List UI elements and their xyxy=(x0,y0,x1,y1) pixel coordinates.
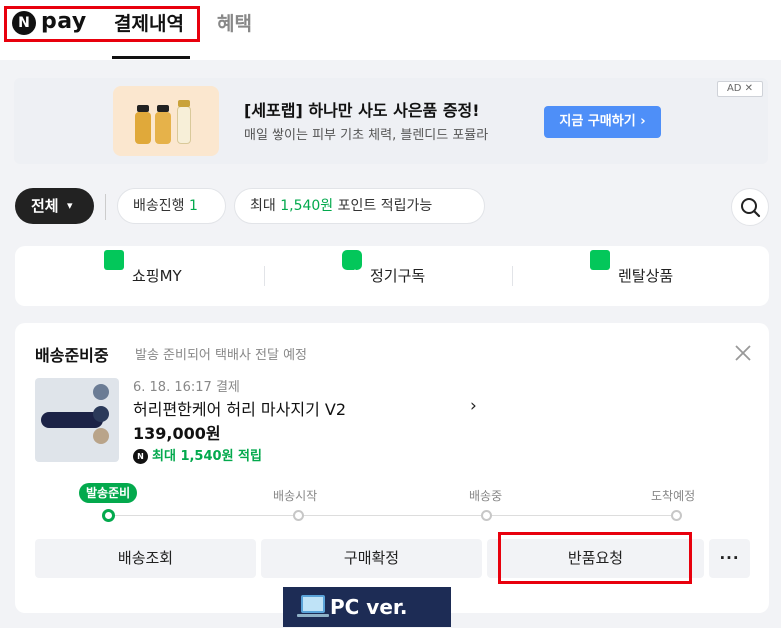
npay-brand-text: pay xyxy=(41,9,87,34)
chevron-down-icon: ▾ xyxy=(67,199,73,212)
step-dot-2 xyxy=(293,510,304,521)
order-date: 6. 18. 16:17 결제 xyxy=(133,380,240,395)
product-swatch xyxy=(93,406,109,422)
npay-logo-icon: N xyxy=(12,11,36,35)
category-divider xyxy=(512,266,513,286)
product-swatch xyxy=(93,428,109,444)
product-name[interactable]: 허리편한케어 허리 마사지기 V2 xyxy=(133,396,346,420)
order-status-desc: 발송 준비되어 택배사 전달 예정 xyxy=(135,348,308,363)
product-swatch xyxy=(93,384,109,400)
ad-cta-button[interactable]: 지금 구매하기 › xyxy=(544,106,661,138)
step-label-2: 배송시작 xyxy=(273,489,318,503)
point-chip-prefix: 최대 xyxy=(250,198,276,214)
category-label: 쇼핑MY xyxy=(132,267,182,285)
bottle-graphic xyxy=(155,105,171,144)
step-label-3: 배송중 xyxy=(469,489,503,503)
ad-subtitle[interactable]: 매일 쌓이는 피부 기초 체력, 블렌디드 포뮬라 xyxy=(244,124,488,143)
category-label: 렌탈상품 xyxy=(618,267,674,285)
chevron-right-icon[interactable]: › xyxy=(470,396,477,416)
tab-payment-history[interactable]: 결제내역 xyxy=(114,9,184,36)
divider xyxy=(105,194,106,220)
shopping-bag-icon xyxy=(104,250,124,276)
step-dot-1 xyxy=(102,509,115,522)
tab-benefits[interactable]: 혜택 xyxy=(217,9,252,36)
category-divider xyxy=(264,266,265,286)
highlight-box xyxy=(498,532,692,584)
active-tab-indicator xyxy=(112,56,190,59)
pc-version-label: PC ver. xyxy=(283,587,451,627)
step-active-badge: 발송준비 xyxy=(79,483,138,503)
order-status-title: 배송준비중 xyxy=(35,346,109,365)
top-nav: N pay 결제내역 혜택 xyxy=(0,0,781,60)
point-reward: N 최대 1,540원 적립 xyxy=(133,445,262,464)
category-subscription[interactable]: 정기구독 xyxy=(342,246,425,306)
category-rental[interactable]: 렌탈상품 xyxy=(590,246,673,306)
bottle-graphic xyxy=(177,100,191,144)
step-dot-4 xyxy=(671,510,682,521)
category-label: 정기구독 xyxy=(370,267,426,285)
filter-all-label: 전체 xyxy=(31,197,59,215)
shipping-chip-count: 1 xyxy=(188,198,198,214)
product-price: 139,000원 xyxy=(133,424,221,443)
pc-version-text: PC ver. xyxy=(330,595,408,619)
category-shopping-my[interactable]: 쇼핑MY xyxy=(104,246,182,306)
confirm-purchase-button[interactable]: 구매확정 xyxy=(261,539,482,578)
search-icon xyxy=(741,198,761,218)
shipping-chip-label: 배송진행 xyxy=(133,198,185,214)
point-reward-text: 최대 1,540원 적립 xyxy=(152,449,262,464)
filter-point-chip[interactable]: 최대 1,540원 포인트 적립가능 xyxy=(234,188,485,224)
more-options-button[interactable]: ··· xyxy=(709,539,750,578)
point-chip-suffix: 포인트 적립가능 xyxy=(337,198,433,214)
product-image[interactable] xyxy=(35,378,119,462)
progress-track xyxy=(110,515,678,516)
ad-product-image[interactable] xyxy=(113,86,219,156)
track-shipping-button[interactable]: 배송조회 xyxy=(35,539,256,578)
filter-shipping-chip[interactable]: 배송진행 1 xyxy=(117,188,226,224)
npay-point-icon: N xyxy=(133,449,148,464)
refresh-icon xyxy=(342,250,362,282)
bottle-graphic xyxy=(135,105,151,144)
ad-close-badge[interactable]: AD ✕ xyxy=(717,81,763,97)
filter-all-dropdown[interactable]: 전체 ▾ xyxy=(15,188,94,224)
check-square-icon xyxy=(590,250,610,281)
laptop-base xyxy=(297,614,329,617)
step-label-4: 도착예정 xyxy=(651,489,696,503)
close-button[interactable] xyxy=(732,342,754,364)
step-dot-3 xyxy=(481,510,492,521)
point-chip-amount: 1,540원 xyxy=(280,198,334,214)
laptop-icon xyxy=(301,595,325,613)
close-icon xyxy=(735,345,751,361)
search-button[interactable] xyxy=(731,188,769,226)
ad-title[interactable]: [세포랩] 하나만 사도 사은품 증정! xyxy=(244,97,480,121)
